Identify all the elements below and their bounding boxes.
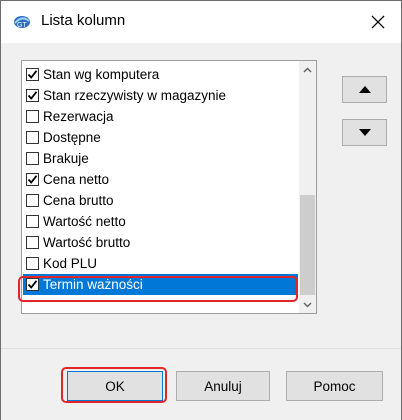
column-list-item[interactable]: Brakuje bbox=[22, 148, 298, 169]
column-label: Wartość brutto bbox=[43, 235, 131, 250]
column-list-item[interactable]: Wartość brutto bbox=[22, 232, 298, 253]
scroll-up-icon bbox=[303, 67, 312, 72]
scroll-down-icon bbox=[303, 302, 312, 307]
column-checkbox[interactable] bbox=[26, 236, 39, 249]
column-label: Cena netto bbox=[43, 172, 110, 187]
cancel-button[interactable]: Anuluj bbox=[176, 371, 270, 401]
title-bar: GT Lista kolumn bbox=[1, 1, 401, 43]
close-button[interactable] bbox=[355, 1, 401, 43]
arrow-up-icon bbox=[358, 86, 371, 93]
column-label: Stan rzeczywisty w magazynie bbox=[43, 88, 227, 103]
column-list-item[interactable]: Wartość netto bbox=[22, 211, 298, 232]
checkmark-icon bbox=[27, 175, 38, 184]
ok-button[interactable]: OK bbox=[67, 371, 163, 401]
column-list-item[interactable]: Stan wg komputera bbox=[22, 64, 298, 85]
move-down-button[interactable] bbox=[342, 119, 387, 146]
app-logo-icon: GT bbox=[14, 16, 30, 29]
dialog-window: GT Lista kolumn Stan wg komputera Stan rz… bbox=[0, 0, 402, 420]
help-button[interactable]: Pomoc bbox=[286, 371, 383, 401]
column-list[interactable]: Stan wg komputera Stan rzeczywisty w maga… bbox=[21, 60, 317, 314]
column-label: Kod PLU bbox=[43, 256, 98, 271]
column-label: Wartość netto bbox=[43, 214, 126, 229]
column-label: Brakuje bbox=[43, 151, 89, 166]
column-checkbox[interactable] bbox=[26, 89, 39, 102]
column-checkbox[interactable] bbox=[26, 173, 39, 186]
arrow-down-icon bbox=[358, 129, 371, 136]
column-checkbox[interactable] bbox=[26, 131, 39, 144]
column-label: Dostępne bbox=[43, 130, 101, 145]
column-list-item[interactable]: Dostępne bbox=[22, 127, 298, 148]
column-label: Termin ważności bbox=[43, 277, 143, 292]
column-list-item[interactable]: Stan rzeczywisty w magazynie bbox=[22, 85, 298, 106]
column-checkbox[interactable] bbox=[26, 257, 39, 270]
checkmark-icon bbox=[27, 91, 38, 100]
column-label: Stan wg komputera bbox=[43, 67, 160, 82]
close-icon bbox=[371, 15, 385, 29]
column-list-item[interactable]: Rezerwacja bbox=[22, 106, 298, 127]
svg-text:GT: GT bbox=[17, 22, 27, 29]
checkmark-icon bbox=[27, 70, 38, 79]
scroll-down-button[interactable] bbox=[299, 296, 316, 313]
window-title: Lista kolumn bbox=[41, 12, 126, 29]
scroll-up-button[interactable] bbox=[299, 61, 316, 78]
column-label: Rezerwacja bbox=[43, 109, 114, 124]
column-checkbox[interactable] bbox=[26, 110, 39, 123]
checkmark-icon bbox=[27, 280, 38, 289]
column-list-item[interactable]: Kod PLU bbox=[22, 253, 298, 274]
move-up-button[interactable] bbox=[342, 76, 387, 103]
column-list-items: Stan wg komputera Stan rzeczywisty w maga… bbox=[22, 61, 298, 295]
column-checkbox[interactable] bbox=[26, 215, 39, 228]
column-checkbox[interactable] bbox=[26, 278, 39, 291]
column-list-item[interactable]: Cena netto bbox=[22, 169, 298, 190]
column-list-item[interactable]: Cena brutto bbox=[22, 190, 298, 211]
list-scrollbar[interactable] bbox=[299, 61, 316, 313]
column-checkbox[interactable] bbox=[26, 68, 39, 81]
column-list-item[interactable]: Termin ważności bbox=[23, 274, 298, 295]
column-checkbox[interactable] bbox=[26, 152, 39, 165]
column-checkbox[interactable] bbox=[26, 194, 39, 207]
column-label: Cena brutto bbox=[43, 193, 114, 208]
scroll-thumb[interactable] bbox=[300, 195, 315, 295]
